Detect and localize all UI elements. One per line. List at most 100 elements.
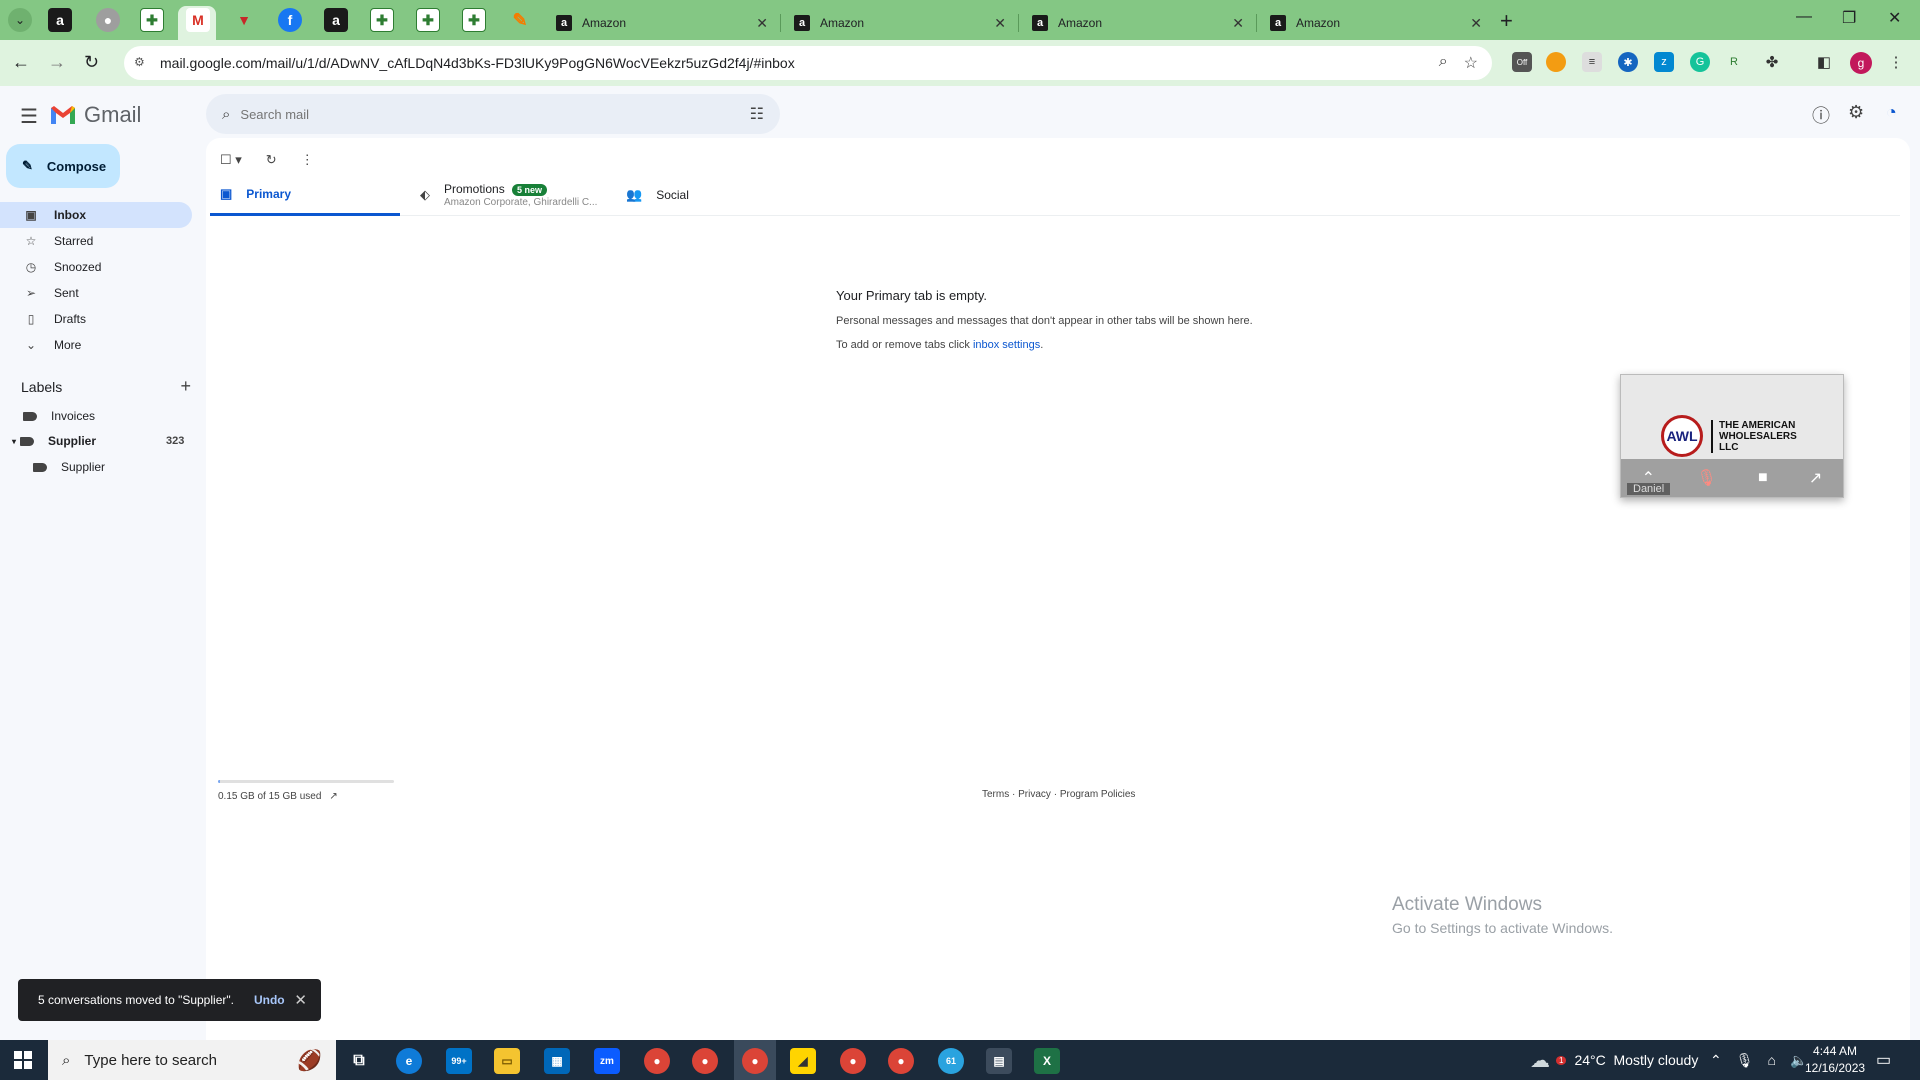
select-checkbox-icon[interactable]: ☐ ▾	[220, 152, 242, 168]
notification-icon[interactable]: ▭	[1876, 1050, 1891, 1070]
tab-promotions[interactable]: ⬖ Promotions 5 new Amazon Corporate, Ghi…	[420, 174, 597, 216]
tab-amazon-3[interactable]: a Amazon ✕	[1022, 6, 1254, 40]
close-icon[interactable]: ✕	[1232, 15, 1244, 32]
extension-blue-icon[interactable]: ✱	[1618, 52, 1638, 72]
close-icon[interactable]: ✕	[294, 991, 307, 1009]
pinned-tab-sheets-2[interactable]: ✚	[370, 8, 394, 32]
extensions-puzzle-icon[interactable]: ✤	[1762, 52, 1782, 72]
window-close-icon[interactable]: ✕	[1888, 8, 1901, 28]
network-icon[interactable]: ⌂	[1768, 1052, 1776, 1068]
more-options-icon[interactable]: ⋮	[301, 152, 314, 168]
expand-arrow-icon[interactable]: ▾	[12, 437, 16, 446]
chrome-icon-3[interactable]: ●	[840, 1048, 866, 1074]
search-bar[interactable]: ⌕ ☷	[206, 94, 780, 134]
label-supplier-sub[interactable]: Supplier	[33, 455, 105, 479]
chevron-up-icon[interactable]: ⌃	[1710, 1052, 1722, 1069]
extension-zik-icon[interactable]: z	[1654, 52, 1674, 72]
program-policies-link[interactable]: Program Policies	[1060, 789, 1136, 800]
store-icon[interactable]: ▦	[544, 1048, 570, 1074]
pinned-tab-sheets-3[interactable]: ✚	[416, 8, 440, 32]
profile-avatar[interactable]: g	[1850, 52, 1872, 74]
chrome-icon-2[interactable]: ●	[692, 1048, 718, 1074]
pinned-tab-amazon[interactable]: a	[48, 8, 72, 32]
chrome-menu-icon[interactable]: ⋮	[1886, 52, 1906, 72]
pinned-tab-facebook[interactable]: f	[278, 8, 302, 32]
tab-amazon-1[interactable]: a Amazon ✕	[546, 6, 778, 40]
inbox-settings-link[interactable]: inbox settings	[973, 339, 1040, 351]
extension-grammarly-icon[interactable]: G	[1690, 52, 1710, 72]
settings-gear-icon[interactable]: ⚙	[1848, 102, 1864, 123]
search-input[interactable]	[240, 106, 750, 122]
sidebar-item-starred[interactable]: ☆ Starred	[0, 228, 192, 254]
zoom-app-icon[interactable]: zm	[594, 1048, 620, 1074]
extension-jungle-icon[interactable]: ≡	[1582, 52, 1602, 72]
tab-amazon-2[interactable]: a Amazon ✕	[784, 6, 1016, 40]
sidebar-item-drafts[interactable]: ▯ Drafts	[0, 306, 192, 332]
telegram-icon[interactable]: 61	[938, 1048, 964, 1074]
zoom-icon[interactable]: ⌕	[1439, 53, 1448, 73]
account-icon[interactable]: ◔	[1886, 102, 1897, 123]
chrome-icon-4[interactable]: ●	[888, 1048, 914, 1074]
site-info-icon[interactable]: ⚙	[134, 55, 150, 71]
extension-orange-icon[interactable]	[1546, 52, 1566, 72]
tab-primary[interactable]: ▣ Primary	[210, 174, 400, 216]
minimize-icon[interactable]: —	[1796, 8, 1812, 26]
weather-widget[interactable]: ☁ 1 24°C Mostly cloudy	[1530, 1040, 1698, 1080]
open-external-icon[interactable]: ↗	[329, 791, 337, 802]
tab-search-icon[interactable]: ⌄	[8, 8, 32, 32]
label-supplier[interactable]: ▾ Supplier 323	[12, 429, 184, 453]
forward-icon[interactable]: →	[48, 52, 66, 73]
compose-button[interactable]: ✎ Compose	[6, 144, 120, 188]
microphone-icon[interactable]: 🎙	[1736, 1052, 1754, 1069]
close-icon[interactable]: ✕	[994, 15, 1006, 32]
sidebar-item-inbox[interactable]: ▣ Inbox	[0, 202, 192, 228]
restore-icon[interactable]: ❐	[1842, 8, 1856, 28]
close-icon[interactable]: ✕	[1470, 15, 1482, 32]
pinned-tab-sheets[interactable]: ✚	[140, 8, 164, 32]
video-call-overlay[interactable]: AWL THE AMERICAN WHOLESALERS LLC ⌃ 🎙 ■ ↗…	[1620, 374, 1844, 498]
file-explorer-icon[interactable]: ▭	[494, 1048, 520, 1074]
calculator-icon[interactable]: ▤	[986, 1048, 1012, 1074]
bookmark-star-icon[interactable]: ☆	[1464, 53, 1478, 73]
pinned-tab-ticktick[interactable]: ▼	[232, 8, 256, 32]
label-invoices[interactable]: Invoices	[23, 404, 95, 428]
tab-social[interactable]: 👥 Social	[626, 174, 689, 216]
extension-off-icon[interactable]: Off	[1512, 52, 1532, 72]
back-icon[interactable]: ←	[12, 52, 30, 73]
sidebar-item-more[interactable]: ⌄ More	[0, 332, 192, 358]
refresh-icon[interactable]: ↻	[266, 152, 277, 168]
camera-icon[interactable]: ■	[1758, 469, 1768, 487]
privacy-link[interactable]: Privacy	[1018, 789, 1051, 800]
sidebar-item-sent[interactable]: ➢ Sent	[0, 280, 192, 306]
system-clock[interactable]: 4:44 AM 12/16/2023	[1805, 1043, 1865, 1077]
pinned-tab-pencil[interactable]: ✎	[508, 8, 532, 32]
pinned-tab-amazon-2[interactable]: a	[324, 8, 348, 32]
create-label-button[interactable]: +	[180, 376, 191, 397]
main-menu-icon[interactable]: ☰	[20, 104, 38, 129]
address-bar[interactable]: ⚙ mail.google.com/mail/u/1/d/ADwNV_cAfLD…	[124, 46, 1492, 80]
terms-link[interactable]: Terms	[982, 789, 1009, 800]
sidebar-item-snoozed[interactable]: ◷ Snoozed	[0, 254, 192, 280]
extension-r-icon[interactable]: R	[1724, 52, 1744, 72]
mic-off-icon[interactable]: 🎙	[1696, 468, 1716, 488]
new-tab-button[interactable]: +	[1500, 8, 1513, 34]
side-panel-icon[interactable]: ◧	[1814, 52, 1834, 72]
search-options-icon[interactable]: ☷	[750, 104, 764, 124]
chrome-icon-active[interactable]: ●	[742, 1048, 768, 1074]
reload-icon[interactable]: ↻	[84, 52, 99, 73]
taskbar-search[interactable]: ⌕ Type here to search 🏈	[48, 1040, 336, 1080]
mail-app-icon[interactable]: 99+	[446, 1048, 472, 1074]
pinned-tab-icon[interactable]: ●	[96, 8, 120, 32]
windows-start-icon[interactable]	[14, 1051, 32, 1069]
popout-icon[interactable]: ↗	[1809, 468, 1822, 488]
support-icon[interactable]: ⓘ	[1812, 102, 1830, 128]
gmail-logo[interactable]: Gmail	[50, 102, 141, 128]
tab-amazon-4[interactable]: a Amazon ✕	[1260, 6, 1492, 40]
edge-icon[interactable]: e	[396, 1048, 422, 1074]
sticky-notes-icon[interactable]: ◢	[790, 1048, 816, 1074]
excel-icon[interactable]: X	[1034, 1048, 1060, 1074]
gmail-tab-icon[interactable]: M	[186, 8, 210, 32]
undo-button[interactable]: Undo	[254, 993, 285, 1007]
pinned-tab-sheets-4[interactable]: ✚	[462, 8, 486, 32]
close-icon[interactable]: ✕	[756, 15, 768, 32]
